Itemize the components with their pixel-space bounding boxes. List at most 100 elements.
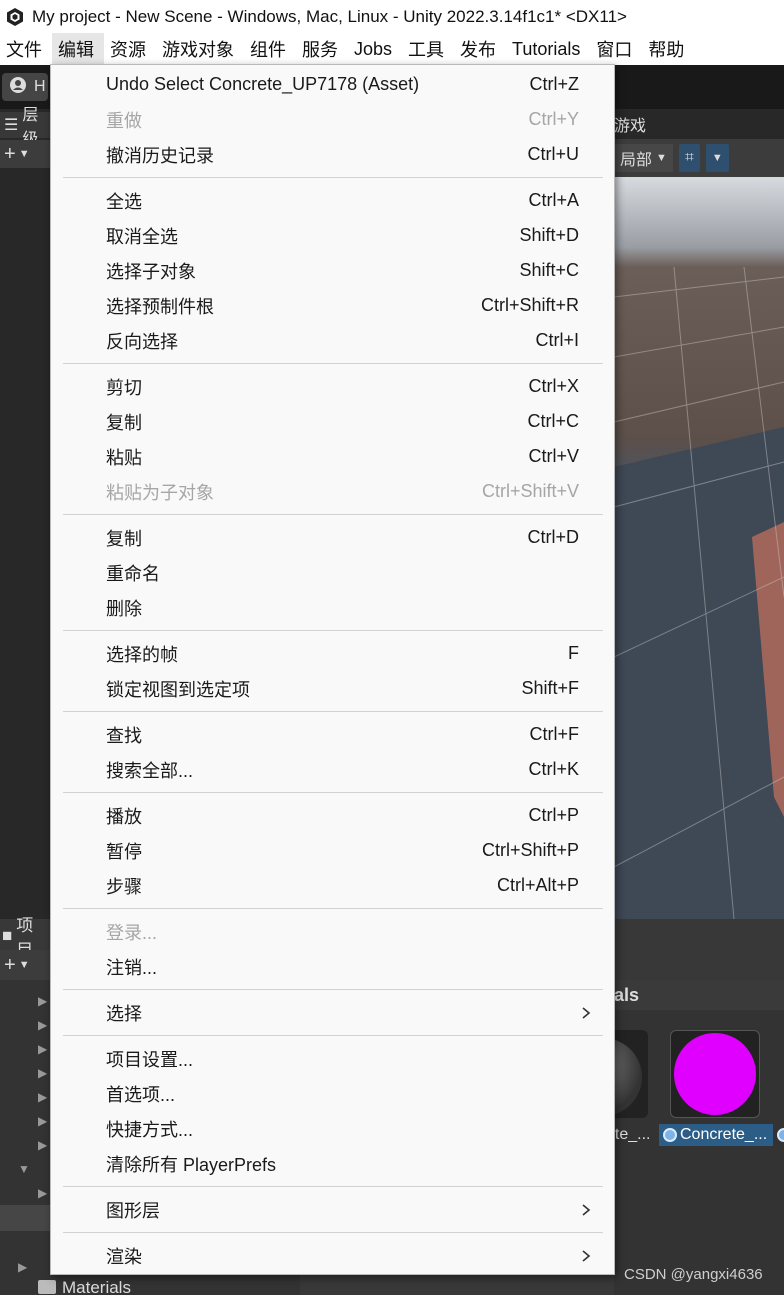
grid-snap-button[interactable]: ⌗ [678, 144, 700, 172]
menu-item[interactable]: 播放 Ctrl+P [51, 798, 614, 833]
menubar-item[interactable]: 资源 [104, 33, 156, 65]
menu-item-label: 复制 [106, 412, 142, 433]
scene-viewport[interactable] [614, 177, 784, 919]
tree-expand-icon[interactable]: ▶ [38, 1018, 47, 1032]
menu-item[interactable]: 粘贴 Ctrl+V [51, 439, 614, 474]
project-add-button[interactable]: + ▼ [0, 950, 50, 980]
account-button[interactable]: H [2, 73, 48, 101]
grid-icon: ⌗ [684, 149, 694, 166]
menubar-item[interactable]: 窗口 [590, 33, 642, 65]
menu-item-label: 粘贴 [106, 447, 142, 468]
menu-item: 重做 Ctrl+Y [51, 102, 614, 137]
menu-item[interactable]: 注销... [51, 949, 614, 984]
menu-item[interactable]: 清除所有 PlayerPrefs [51, 1146, 614, 1181]
menu-item-shortcut: Shift+F [521, 678, 579, 698]
menu-item-label: 选择预制件根 [106, 296, 214, 317]
tree-expand-icon[interactable]: ▶ [38, 1186, 47, 1200]
menu-item[interactable]: 反向选择 Ctrl+I [51, 323, 614, 358]
menu-item: 登录... [51, 914, 614, 949]
tree-expand-icon[interactable]: ▶ [38, 994, 47, 1008]
asset-label-selected[interactable]: Concrete_... [659, 1124, 773, 1146]
materials-folder-label[interactable]: Materials [62, 1278, 131, 1295]
menu-item[interactable]: 选择子对象 Shift+C [51, 253, 614, 288]
scene-tab-bar: 游戏 [614, 109, 784, 139]
menu-item-shortcut: Ctrl+A [528, 190, 579, 210]
menu-item-shortcut: Ctrl+C [527, 411, 579, 431]
menu-item[interactable]: 快捷方式... [51, 1111, 614, 1146]
menubar-item[interactable]: Jobs [348, 33, 402, 65]
menu-separator [63, 1232, 603, 1233]
local-dropdown[interactable]: 局部 ▼ [614, 144, 673, 172]
tree-expand-icon[interactable]: ▶ [38, 1042, 47, 1056]
menubar-item[interactable]: 发布 [454, 33, 506, 65]
asset-thumbnail-selected[interactable] [670, 1030, 760, 1118]
tree-expand-icon[interactable]: ▶ [38, 1114, 47, 1128]
plus-icon: + [4, 953, 16, 976]
game-tab-label[interactable]: 游戏 [614, 112, 646, 136]
menu-item-shortcut: Ctrl+P [528, 805, 579, 825]
menu-item[interactable]: 剪切 Ctrl+X [51, 369, 614, 404]
tree-expand-icon[interactable]: ▶ [38, 1090, 47, 1104]
tree-collapse-icon[interactable]: ▼ [18, 1162, 30, 1176]
menubar-item[interactable]: 文件 [0, 33, 52, 65]
menu-item[interactable]: 取消全选 Shift+D [51, 218, 614, 253]
menu-item-label: 剪切 [106, 377, 142, 398]
menu-item[interactable]: 首选项... [51, 1076, 614, 1111]
menu-item[interactable]: 选择预制件根 Ctrl+Shift+R [51, 288, 614, 323]
menu-item[interactable]: 删除 [51, 590, 614, 625]
material-icon [663, 1128, 677, 1142]
menubar-item[interactable]: 游戏对象 [156, 33, 244, 65]
menu-item[interactable]: 步骤 Ctrl+Alt+P [51, 868, 614, 903]
menu-item-shortcut: Ctrl+X [528, 376, 579, 396]
tab-project[interactable]: ■ 项目 [0, 916, 50, 960]
asset-name: Concrete_... [680, 1126, 768, 1143]
menubar-item[interactable]: Tutorials [506, 33, 590, 65]
menu-item[interactable]: 选择 [51, 995, 614, 1030]
menu-item-label: 项目设置... [106, 1049, 194, 1070]
menu-item-shortcut: Ctrl+Y [528, 109, 579, 129]
tab-hierarchy[interactable]: ☰ 层级 [0, 107, 50, 148]
tree-selected-row[interactable] [0, 1205, 50, 1231]
chevron-down-icon: ▼ [711, 152, 723, 164]
local-dropdown-label: 局部 [620, 152, 653, 169]
menubar-item[interactable]: 帮助 [642, 33, 694, 65]
menu-separator [63, 989, 603, 990]
menu-item-label: 重做 [106, 110, 142, 131]
menubar-item[interactable]: 组件 [244, 33, 296, 65]
menu-item[interactable]: 复制 Ctrl+C [51, 404, 614, 439]
menu-item-shortcut: Shift+C [519, 260, 579, 280]
account-icon [10, 76, 26, 98]
tree-expand-icon[interactable]: ▶ [18, 1260, 27, 1274]
menubar-item[interactable]: 服务 [296, 33, 348, 65]
menu-item[interactable]: 撤消历史记录 Ctrl+U [51, 137, 614, 172]
menu-item-label: 登录... [106, 922, 158, 943]
menu-separator [63, 363, 603, 364]
menu-item[interactable]: 锁定视图到选定项 Shift+F [51, 671, 614, 706]
menubar-item[interactable]: 编辑 [52, 33, 104, 65]
menu-item-label: 全选 [106, 191, 142, 212]
menu-item[interactable]: 搜索全部... Ctrl+K [51, 752, 614, 787]
menu-item[interactable]: 全选 Ctrl+A [51, 183, 614, 218]
menu-item-shortcut: Shift+D [519, 225, 579, 245]
folder-icon: ■ [2, 926, 13, 945]
menu-separator [63, 630, 603, 631]
hierarchy-add-button[interactable]: + ▼ [0, 140, 50, 168]
menu-item[interactable]: 重命名 [51, 555, 614, 590]
unity-logo-icon [4, 6, 26, 28]
menu-item[interactable]: 查找 Ctrl+F [51, 717, 614, 752]
menu-item[interactable]: 复制 Ctrl+D [51, 520, 614, 555]
menu-item[interactable]: 暂停 Ctrl+Shift+P [51, 833, 614, 868]
menu-item[interactable]: 项目设置... [51, 1041, 614, 1076]
asset-thumbnail[interactable] [614, 1030, 648, 1118]
menu-item-shortcut: Ctrl+I [535, 330, 579, 350]
menu-item[interactable]: 图形层 [51, 1192, 614, 1227]
tree-expand-icon[interactable]: ▶ [38, 1138, 47, 1152]
tree-expand-icon[interactable]: ▶ [38, 1066, 47, 1080]
menu-item[interactable]: Undo Select Concrete_UP7178 (Asset) Ctrl+… [51, 67, 614, 102]
menubar-item[interactable]: 工具 [402, 33, 454, 65]
menu-item-label: Undo Select Concrete_UP7178 (Asset) [106, 74, 420, 94]
menu-item[interactable]: 渲染 [51, 1238, 614, 1273]
grid-snap-dropdown[interactable]: ▼ [705, 144, 729, 172]
menu-item[interactable]: 选择的帧 F [51, 636, 614, 671]
menu-item-shortcut: F [568, 643, 579, 663]
